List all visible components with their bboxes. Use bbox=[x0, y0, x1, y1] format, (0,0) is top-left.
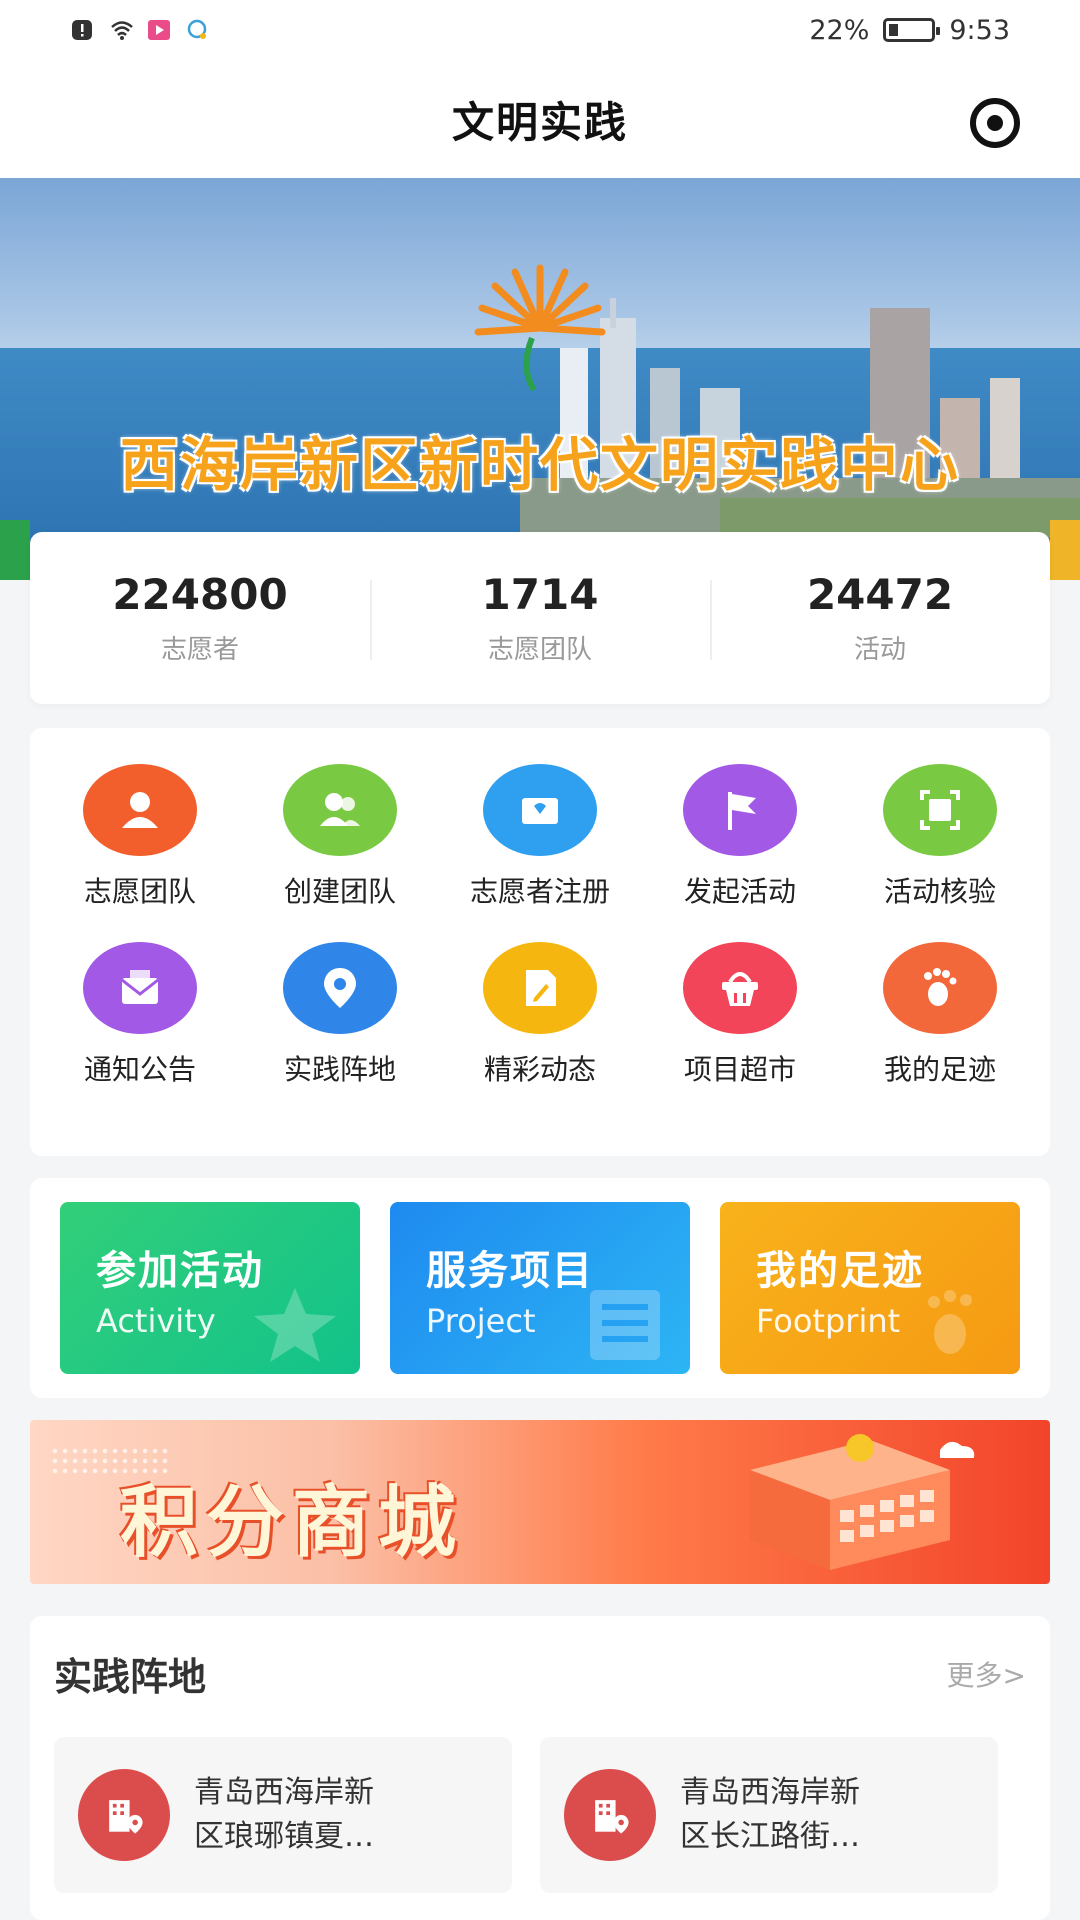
scan-icon bbox=[883, 764, 997, 856]
quick-activity-verify[interactable]: 活动核验 bbox=[840, 764, 1040, 910]
quick-launch-activity[interactable]: 发起活动 bbox=[640, 764, 840, 910]
more-link[interactable]: 更多> bbox=[947, 1654, 1026, 1694]
quick-notice[interactable]: 通知公告 bbox=[40, 942, 240, 1088]
quick-volunteer-team[interactable]: 志愿团队 bbox=[40, 764, 240, 910]
stat-label: 志愿者 bbox=[160, 635, 239, 665]
name-line-2: 区长江路街… bbox=[680, 1819, 860, 1854]
quick-label: 实践阵地 bbox=[283, 1053, 396, 1086]
list-item[interactable]: 青岛西海岸新 区琅琊镇夏… bbox=[54, 1737, 512, 1893]
star-icon bbox=[254, 1288, 336, 1362]
status-bar: 22% 9:53 bbox=[0, 0, 1080, 60]
quick-label: 我的足迹 bbox=[883, 1053, 996, 1086]
practice-base-list: 青岛西海岸新 区琅琊镇夏… 青岛西海岸新 区长江路街… bbox=[54, 1737, 1026, 1893]
quick-actions-card: 志愿团队 创建团队 志愿者注册 发起活动 活动核验 通知公告 实践阵地 精彩动态… bbox=[30, 728, 1050, 1156]
quick-label: 活动核验 bbox=[883, 875, 996, 908]
quick-label: 创建团队 bbox=[283, 875, 396, 908]
mall-title: 积分商城 bbox=[120, 1478, 465, 1568]
stat-teams[interactable]: 1714 志愿团队 bbox=[370, 570, 710, 666]
status-right: 22% 9:53 bbox=[809, 15, 1010, 46]
edit-document-icon bbox=[483, 942, 597, 1034]
chat-app-icon bbox=[184, 18, 208, 42]
page-title: 文明实践 bbox=[451, 97, 628, 147]
battery-percent: 22% bbox=[809, 14, 870, 46]
section-header: 实践阵地 更多> bbox=[54, 1646, 1026, 1701]
practice-base-section: 实践阵地 更多> 青岛西海岸新 区琅琊镇夏… 青岛西海岸新 区长江路街… bbox=[30, 1616, 1050, 1920]
tile-service-project[interactable]: 服务项目 Project bbox=[390, 1202, 690, 1374]
target-icon[interactable] bbox=[970, 98, 1020, 148]
footprint-icon bbox=[883, 942, 997, 1034]
list-item-name: 青岛西海岸新 区长江路街… bbox=[680, 1771, 860, 1859]
building-location-icon bbox=[78, 1769, 170, 1861]
user-icon bbox=[83, 764, 197, 856]
quick-actions-grid: 志愿团队 创建团队 志愿者注册 发起活动 活动核验 通知公告 实践阵地 精彩动态… bbox=[40, 764, 1040, 1088]
flag-icon bbox=[683, 764, 797, 856]
footprint-icon bbox=[928, 1290, 972, 1354]
list-icon bbox=[590, 1290, 660, 1360]
tile-my-footprint[interactable]: 我的足迹 Footprint bbox=[720, 1202, 1020, 1374]
building-location-icon bbox=[564, 1769, 656, 1861]
wifi-icon bbox=[108, 18, 133, 42]
list-item[interactable]: 青岛西海岸新 区长江路街… bbox=[540, 1737, 998, 1893]
app-header: 文明实践 bbox=[0, 60, 1080, 178]
status-left-icons bbox=[70, 18, 208, 42]
quick-label: 发起活动 bbox=[683, 875, 796, 908]
register-mail-icon bbox=[483, 764, 597, 856]
stat-label: 志愿团队 bbox=[487, 635, 592, 665]
stat-value: 224800 bbox=[112, 570, 288, 619]
quick-create-team[interactable]: 创建团队 bbox=[240, 764, 440, 910]
tile-join-activity[interactable]: 参加活动 Activity bbox=[60, 1202, 360, 1374]
quick-volunteer-register[interactable]: 志愿者注册 bbox=[440, 764, 640, 910]
alert-icon bbox=[70, 18, 94, 42]
location-pin-icon bbox=[283, 942, 397, 1034]
video-app-icon bbox=[146, 18, 170, 42]
stats-card: 224800 志愿者 1714 志愿团队 24472 活动 bbox=[30, 532, 1050, 704]
civilization-logo bbox=[474, 264, 606, 392]
quick-label: 志愿团队 bbox=[83, 875, 196, 908]
notice-mail-icon bbox=[83, 942, 197, 1034]
name-line-1: 青岛西海岸新 bbox=[194, 1775, 374, 1810]
mall-building-illustration bbox=[750, 1434, 975, 1570]
list-item-name: 青岛西海岸新 区琅琊镇夏… bbox=[194, 1771, 374, 1859]
quick-practice-base[interactable]: 实践阵地 bbox=[240, 942, 440, 1088]
team-icon bbox=[283, 764, 397, 856]
quick-my-footprint[interactable]: 我的足迹 bbox=[840, 942, 1040, 1088]
basket-icon bbox=[683, 942, 797, 1034]
stat-value: 24472 bbox=[806, 570, 954, 619]
hero-banner[interactable]: 西海岸新区新时代文明实践中心 bbox=[0, 178, 1080, 580]
banner-title: 西海岸新区新时代文明实践中心 bbox=[119, 431, 960, 499]
stat-volunteers[interactable]: 224800 志愿者 bbox=[30, 570, 370, 666]
quick-highlights[interactable]: 精彩动态 bbox=[440, 942, 640, 1088]
battery-icon bbox=[883, 18, 941, 42]
quick-label: 志愿者注册 bbox=[469, 875, 610, 908]
feature-tiles-card: 参加活动 Activity 服务项目 Project 我的足迹 Footprin… bbox=[30, 1178, 1050, 1398]
name-line-1: 青岛西海岸新 bbox=[680, 1775, 860, 1810]
stat-value: 1714 bbox=[481, 570, 599, 619]
quick-label: 通知公告 bbox=[83, 1053, 196, 1086]
name-line-2: 区琅琊镇夏… bbox=[194, 1819, 374, 1854]
quick-label: 精彩动态 bbox=[483, 1053, 596, 1086]
banner-corner-left bbox=[0, 520, 30, 580]
banner-corner-right bbox=[1050, 520, 1080, 580]
points-mall-banner[interactable]: 积分商城 bbox=[30, 1420, 1050, 1584]
stat-activities[interactable]: 24472 活动 bbox=[710, 570, 1050, 666]
quick-label: 项目超市 bbox=[683, 1053, 796, 1086]
section-title: 实践阵地 bbox=[54, 1655, 207, 1699]
clock: 9:53 bbox=[949, 14, 1010, 46]
stat-label: 活动 bbox=[853, 635, 906, 665]
quick-project-market[interactable]: 项目超市 bbox=[640, 942, 840, 1088]
